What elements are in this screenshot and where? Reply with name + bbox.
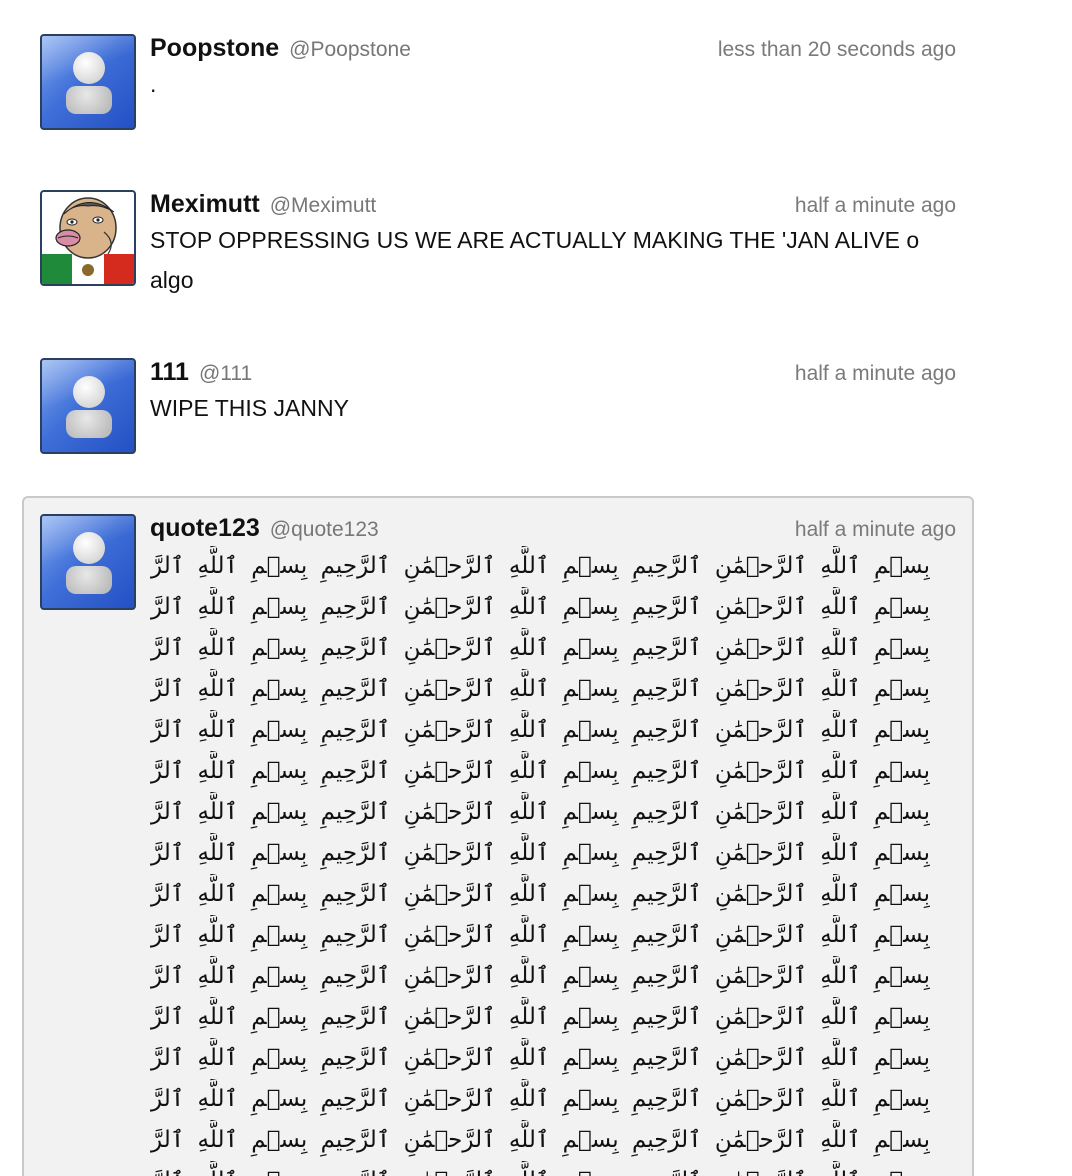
arabic-text-line: بِسۡمِ ٱللَّهِ ٱلرَّحۡمَٰنِ ٱلرَّحِيمِ ب… (150, 1004, 930, 1030)
arabic-text-line: بِسۡمِ ٱللَّهِ ٱلرَّحۡمَٰنِ ٱلرَّحِيمِ ب… (150, 922, 930, 948)
highlighted-post-item[interactable]: quote123 @quote123 half a minute ago بِس… (22, 496, 974, 1176)
username[interactable]: Poopstone (150, 34, 279, 63)
user-handle[interactable]: @quote123 (270, 518, 379, 542)
timestamp[interactable]: less than 20 seconds ago (718, 38, 956, 62)
default-avatar-icon[interactable] (40, 34, 136, 130)
cartoon-mexican-flag-avatar[interactable] (40, 190, 136, 286)
username[interactable]: Meximutt (150, 190, 260, 219)
user-handle[interactable]: @Meximutt (270, 194, 377, 218)
arabic-text-line: بِسۡمِ ٱللَّهِ ٱلرَّحۡمَٰنِ ٱلرَّحِيمِ ب… (150, 881, 930, 907)
post-item[interactable]: Poopstone @Poopstone less than 20 second… (40, 34, 956, 130)
post-item[interactable]: 111 @111 half a minute ago WIPE THIS JAN… (40, 358, 956, 454)
arabic-text-line: بِسۡمِ ٱللَّهِ ٱلرَّحۡمَٰنِ ٱلرَّحِيمِ ب… (150, 1127, 930, 1153)
arabic-text-line: بِسۡمِ ٱللَّهِ ٱلرَّحۡمَٰنِ ٱلرَّحِيمِ ب… (150, 963, 930, 989)
post-text-arabic: بِسۡمِ ٱللَّهِ ٱلرَّحۡمَٰنِ ٱلرَّحِيمِ ب… (150, 546, 930, 1176)
default-avatar-icon[interactable] (40, 514, 136, 610)
user-handle[interactable]: @111 (199, 362, 252, 386)
arabic-text-line: بِسۡمِ ٱللَّهِ ٱلرَّحۡمَٰنِ ٱلرَّحِيمِ ب… (150, 717, 930, 743)
arabic-text-line: بِسۡمِ ٱللَّهِ ٱلرَّحۡمَٰنِ ٱلرَّحِيمِ ب… (150, 799, 930, 825)
arabic-text-line: بِسۡمِ ٱللَّهِ ٱلرَّحۡمَٰنِ ٱلرَّحِيمِ ب… (150, 1045, 930, 1071)
arabic-text-line: بِسۡمِ ٱللَّهِ ٱلرَّحۡمَٰنِ ٱلرَّحِيمِ ب… (150, 594, 930, 620)
post-item[interactable]: Meximutt @Meximutt half a minute ago STO… (40, 190, 956, 300)
timestamp[interactable]: half a minute ago (795, 518, 956, 542)
post-text: STOP OPPRESSING US WE ARE ACTUALLY MAKIN… (150, 227, 920, 293)
timestamp[interactable]: half a minute ago (795, 194, 956, 218)
user-handle[interactable]: @Poopstone (289, 38, 411, 62)
post-text: WIPE THIS JANNY (150, 395, 349, 421)
arabic-text-line: بِسۡمِ ٱللَّهِ ٱلرَّحۡمَٰنِ ٱلرَّحِيمِ ب… (150, 1161, 930, 1176)
default-avatar-icon[interactable] (40, 358, 136, 454)
username[interactable]: 111 (150, 358, 189, 387)
arabic-text-line: بِسۡمِ ٱللَّهِ ٱلرَّحۡمَٰنِ ٱلرَّحِيمِ ب… (150, 635, 930, 661)
arabic-text-line: بِسۡمِ ٱللَّهِ ٱلرَّحۡمَٰنِ ٱلرَّحِيمِ ب… (150, 553, 930, 579)
post-text: . (150, 71, 157, 97)
arabic-text-line: بِسۡمِ ٱللَّهِ ٱلرَّحۡمَٰنِ ٱلرَّحِيمِ ب… (150, 758, 930, 784)
timestamp[interactable]: half a minute ago (795, 362, 956, 386)
arabic-text-line: بِسۡمِ ٱللَّهِ ٱلرَّحۡمَٰنِ ٱلرَّحِيمِ ب… (150, 1086, 930, 1112)
arabic-text-line: بِسۡمِ ٱللَّهِ ٱلرَّحۡمَٰنِ ٱلرَّحِيمِ ب… (150, 840, 930, 866)
post-feed: Poopstone @Poopstone less than 20 second… (0, 0, 1072, 1176)
arabic-text-line: بِسۡمِ ٱللَّهِ ٱلرَّحۡمَٰنِ ٱلرَّحِيمِ ب… (150, 676, 930, 702)
username[interactable]: quote123 (150, 514, 260, 543)
